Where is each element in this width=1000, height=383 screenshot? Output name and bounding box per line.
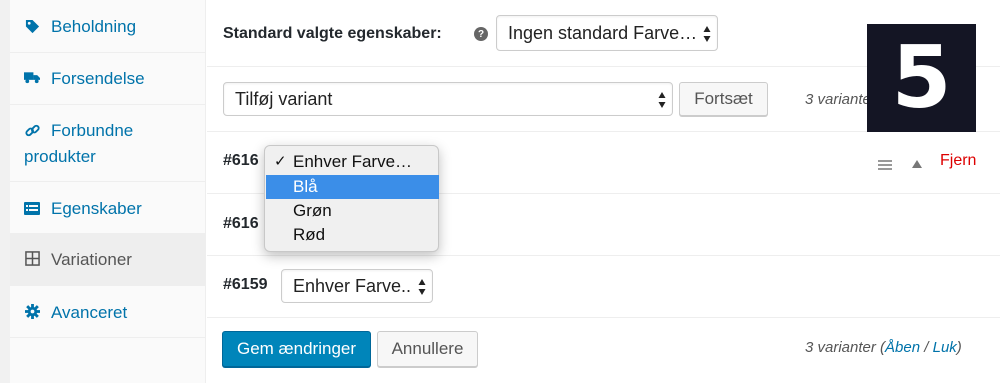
separator-text: /	[920, 339, 933, 356]
option-label: Grøn	[293, 201, 332, 220]
sidebar-item-variations[interactable]: Variationer	[10, 234, 206, 286]
option-label: Blå	[293, 177, 318, 196]
remove-variation-link[interactable]: Fjern	[940, 152, 976, 170]
expand-all-link[interactable]: Åben	[885, 339, 920, 356]
select-value: Enhver Farve..	[293, 275, 412, 296]
default-attribute-select[interactable]: Ingen standard Farve…	[496, 15, 718, 51]
tag-icon	[24, 18, 40, 34]
variation-row: #6159 Enhver Farve..	[207, 256, 1000, 318]
count-text: 3 varianter (	[805, 339, 886, 356]
help-icon[interactable]: ?	[474, 27, 488, 41]
select-value: Tilføj variant	[235, 88, 333, 109]
grid-icon	[24, 250, 40, 266]
dropdown-option-any[interactable]: ✓ Enhver Farve…	[266, 150, 439, 174]
sidebar-item-label: Egenskaber	[51, 199, 142, 218]
variations-footer: Gem ændringer Annullere 3 varianter (Åbe…	[207, 318, 1000, 383]
dropdown-option-blue[interactable]: Blå	[266, 175, 439, 199]
truck-icon	[24, 69, 40, 85]
sidebar-item-label: Forsendelse	[51, 69, 145, 88]
checkmark-icon: ✓	[274, 153, 287, 170]
variation-attribute-select[interactable]: Enhver Farve..	[281, 269, 433, 303]
variation-count-footer: 3 varianter (Åben / Luk)	[805, 339, 962, 356]
gear-icon	[24, 303, 40, 319]
sidebar-item-attributes[interactable]: Egenskaber	[10, 182, 206, 234]
sidebar-item-label: Avanceret	[51, 303, 128, 322]
sidebar-item-shipping[interactable]: Forsendelse	[10, 53, 206, 105]
close-all-link[interactable]: Luk	[933, 339, 957, 356]
attribute-options-dropdown: ✓ Enhver Farve… Blå Grøn Rød	[264, 145, 439, 252]
continue-button[interactable]: Fortsæt	[679, 82, 768, 116]
option-label: Rød	[293, 225, 326, 244]
variation-id: #616	[223, 215, 259, 232]
list-icon	[24, 200, 40, 216]
variation-id: #616	[223, 152, 259, 169]
option-label: Enhver Farve…	[293, 152, 413, 171]
dropdown-option-red[interactable]: Rød	[266, 223, 439, 247]
select-value: Ingen standard Farve…	[508, 22, 698, 43]
drag-handle-icon[interactable]	[878, 157, 892, 170]
sidebar-item-label: Forbundne produkter	[24, 121, 134, 166]
product-data-tabs: Beholdning Forsendelse Forbundne produkt…	[10, 0, 206, 383]
sidebar-item-linked-products[interactable]: Forbundne produkter	[10, 105, 206, 182]
sidebar-item-label: Variationer	[51, 250, 132, 269]
select-arrows-icon	[418, 279, 426, 295]
variation-count: 3 varianter	[805, 91, 876, 108]
add-variation-select[interactable]: Tilføj variant	[223, 82, 673, 116]
default-attributes-label: Standard valgte egenskaber:	[223, 25, 442, 42]
sidebar-item-inventory[interactable]: Beholdning	[10, 0, 206, 53]
dropdown-option-green[interactable]: Grøn	[266, 199, 439, 223]
collapse-toggle-icon[interactable]	[911, 156, 923, 168]
select-arrows-icon	[703, 26, 711, 42]
variation-id: #6159	[223, 276, 268, 293]
step-number-badge: 5	[867, 24, 976, 132]
save-changes-button[interactable]: Gem ændringer	[222, 331, 371, 367]
count-suffix-text: )	[956, 339, 962, 356]
cancel-button[interactable]: Annullere	[377, 331, 478, 367]
sidebar-item-advanced[interactable]: Avanceret	[10, 286, 206, 338]
select-arrows-icon	[658, 92, 666, 108]
sidebar-item-label: Beholdning	[51, 17, 137, 36]
